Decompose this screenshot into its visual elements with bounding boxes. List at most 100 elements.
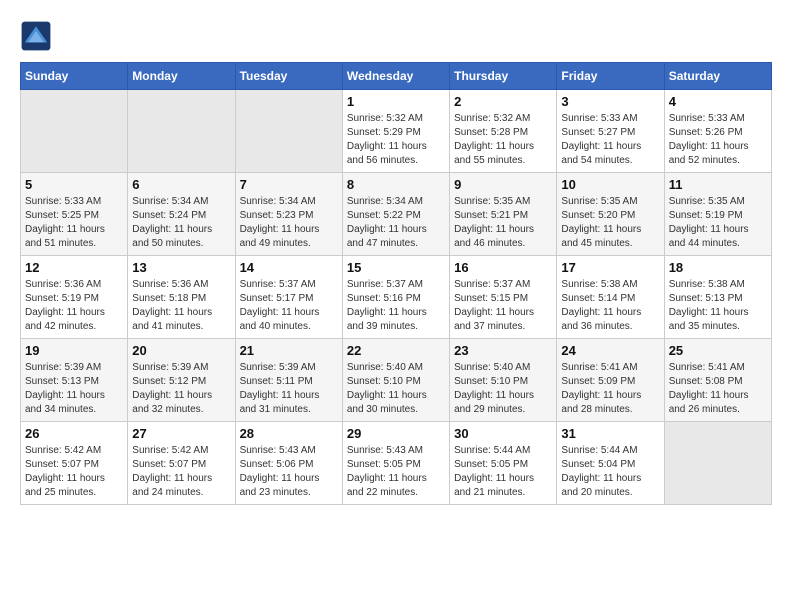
calendar-cell: 2 Sunrise: 5:32 AMSunset: 5:28 PMDaylight… (450, 90, 557, 173)
calendar-cell: 15 Sunrise: 5:37 AMSunset: 5:16 PMDayligh… (342, 256, 449, 339)
day-number: 23 (454, 343, 552, 358)
day-info: Sunrise: 5:39 AMSunset: 5:11 PMDaylight:… (240, 361, 338, 417)
calendar-cell: 17Sunrise: 5:38 AMSunset: 5:14 PMDayligh… (557, 256, 664, 339)
calendar-cell: 14 Sunrise: 5:37 AMSunset: 5:17 PMDayligh… (235, 256, 342, 339)
calendar-cell: 22 Sunrise: 5:40 AMSunset: 5:10 PMDayligh… (342, 339, 449, 422)
day-info: Sunrise: 5:37 AMSunset: 5:17 PMDaylight:… (240, 278, 338, 334)
calendar-cell: 26 Sunrise: 5:42 AMSunset: 5:07 PMDayligh… (21, 422, 128, 505)
day-info: Sunrise: 5:33 AMSunset: 5:25 PMDaylight:… (25, 195, 123, 251)
day-info: Sunrise: 5:32 AMSunset: 5:29 PMDaylight:… (347, 112, 445, 168)
calendar-cell (235, 90, 342, 173)
day-number: 25 (669, 343, 767, 358)
weekday-header: Thursday (450, 63, 557, 90)
day-number: 15 (347, 260, 445, 275)
day-info: Sunrise: 5:38 AMSunset: 5:13 PMDaylight:… (669, 278, 767, 334)
day-info: Sunrise: 5:43 AMSunset: 5:06 PMDaylight:… (240, 444, 338, 500)
weekday-header: Friday (557, 63, 664, 90)
day-number: 22 (347, 343, 445, 358)
calendar-cell: 18 Sunrise: 5:38 AMSunset: 5:13 PMDayligh… (664, 256, 771, 339)
day-number: 4 (669, 94, 767, 109)
day-info: Sunrise: 5:36 AMSunset: 5:19 PMDaylight:… (25, 278, 123, 334)
calendar-cell: 13 Sunrise: 5:36 AMSunset: 5:18 PMDayligh… (128, 256, 235, 339)
calendar-cell: 5 Sunrise: 5:33 AMSunset: 5:25 PMDaylight… (21, 173, 128, 256)
calendar-cell (128, 90, 235, 173)
day-number: 19 (25, 343, 123, 358)
calendar-cell: 9 Sunrise: 5:35 AMSunset: 5:21 PMDaylight… (450, 173, 557, 256)
calendar-cell: 24Sunrise: 5:41 AMSunset: 5:09 PMDayligh… (557, 339, 664, 422)
calendar-week-row: 5 Sunrise: 5:33 AMSunset: 5:25 PMDaylight… (21, 173, 772, 256)
calendar-week-row: 12 Sunrise: 5:36 AMSunset: 5:19 PMDayligh… (21, 256, 772, 339)
calendar-cell: 12 Sunrise: 5:36 AMSunset: 5:19 PMDayligh… (21, 256, 128, 339)
weekday-header: Sunday (21, 63, 128, 90)
day-number: 8 (347, 177, 445, 192)
calendar-cell: 19 Sunrise: 5:39 AMSunset: 5:13 PMDayligh… (21, 339, 128, 422)
day-info: Sunrise: 5:44 AMSunset: 5:05 PMDaylight:… (454, 444, 552, 500)
day-number: 14 (240, 260, 338, 275)
day-info: Sunrise: 5:35 AMSunset: 5:21 PMDaylight:… (454, 195, 552, 251)
day-info: Sunrise: 5:37 AMSunset: 5:16 PMDaylight:… (347, 278, 445, 334)
day-number: 10 (561, 177, 659, 192)
day-info: Sunrise: 5:33 AMSunset: 5:26 PMDaylight:… (669, 112, 767, 168)
calendar-cell: 29 Sunrise: 5:43 AMSunset: 5:05 PMDayligh… (342, 422, 449, 505)
day-number: 2 (454, 94, 552, 109)
day-number: 30 (454, 426, 552, 441)
day-info: Sunrise: 5:36 AMSunset: 5:18 PMDaylight:… (132, 278, 230, 334)
day-number: 18 (669, 260, 767, 275)
day-number: 21 (240, 343, 338, 358)
weekday-header: Tuesday (235, 63, 342, 90)
day-info: Sunrise: 5:32 AMSunset: 5:28 PMDaylight:… (454, 112, 552, 168)
calendar-week-row: 19 Sunrise: 5:39 AMSunset: 5:13 PMDayligh… (21, 339, 772, 422)
day-info: Sunrise: 5:37 AMSunset: 5:15 PMDaylight:… (454, 278, 552, 334)
calendar-table: SundayMondayTuesdayWednesdayThursdayFrid… (20, 62, 772, 505)
day-number: 9 (454, 177, 552, 192)
calendar-week-row: 1 Sunrise: 5:32 AMSunset: 5:29 PMDaylight… (21, 90, 772, 173)
day-info: Sunrise: 5:43 AMSunset: 5:05 PMDaylight:… (347, 444, 445, 500)
calendar-cell: 25 Sunrise: 5:41 AMSunset: 5:08 PMDayligh… (664, 339, 771, 422)
day-info: Sunrise: 5:40 AMSunset: 5:10 PMDaylight:… (347, 361, 445, 417)
day-info: Sunrise: 5:42 AMSunset: 5:07 PMDaylight:… (132, 444, 230, 500)
weekday-header: Monday (128, 63, 235, 90)
day-info: Sunrise: 5:42 AMSunset: 5:07 PMDaylight:… (25, 444, 123, 500)
calendar-cell: 1 Sunrise: 5:32 AMSunset: 5:29 PMDaylight… (342, 90, 449, 173)
calendar-cell: 27 Sunrise: 5:42 AMSunset: 5:07 PMDayligh… (128, 422, 235, 505)
day-info: Sunrise: 5:35 AMSunset: 5:20 PMDaylight:… (561, 195, 659, 251)
day-number: 16 (454, 260, 552, 275)
day-info: Sunrise: 5:35 AMSunset: 5:19 PMDaylight:… (669, 195, 767, 251)
day-number: 12 (25, 260, 123, 275)
day-info: Sunrise: 5:41 AMSunset: 5:08 PMDaylight:… (669, 361, 767, 417)
calendar-cell (21, 90, 128, 173)
day-number: 20 (132, 343, 230, 358)
logo (20, 20, 58, 52)
weekday-header: Wednesday (342, 63, 449, 90)
day-number: 28 (240, 426, 338, 441)
calendar-cell: 10 Sunrise: 5:35 AMSunset: 5:20 PMDayligh… (557, 173, 664, 256)
day-info: Sunrise: 5:34 AMSunset: 5:23 PMDaylight:… (240, 195, 338, 251)
page-header (20, 20, 772, 52)
day-info: Sunrise: 5:39 AMSunset: 5:13 PMDaylight:… (25, 361, 123, 417)
day-number: 27 (132, 426, 230, 441)
calendar-cell: 6Sunrise: 5:34 AMSunset: 5:24 PMDaylight… (128, 173, 235, 256)
day-info: Sunrise: 5:33 AMSunset: 5:27 PMDaylight:… (561, 112, 659, 168)
day-number: 17 (561, 260, 659, 275)
day-number: 29 (347, 426, 445, 441)
day-number: 5 (25, 177, 123, 192)
calendar-cell: 28 Sunrise: 5:43 AMSunset: 5:06 PMDayligh… (235, 422, 342, 505)
day-number: 6 (132, 177, 230, 192)
day-number: 26 (25, 426, 123, 441)
calendar-cell: 21 Sunrise: 5:39 AMSunset: 5:11 PMDayligh… (235, 339, 342, 422)
calendar-cell: 31Sunrise: 5:44 AMSunset: 5:04 PMDayligh… (557, 422, 664, 505)
logo-icon (20, 20, 52, 52)
calendar-cell (664, 422, 771, 505)
calendar-cell: 11 Sunrise: 5:35 AMSunset: 5:19 PMDayligh… (664, 173, 771, 256)
day-info: Sunrise: 5:40 AMSunset: 5:10 PMDaylight:… (454, 361, 552, 417)
day-info: Sunrise: 5:41 AMSunset: 5:09 PMDaylight:… (561, 361, 659, 417)
day-number: 1 (347, 94, 445, 109)
calendar-cell: 30 Sunrise: 5:44 AMSunset: 5:05 PMDayligh… (450, 422, 557, 505)
calendar-cell: 8 Sunrise: 5:34 AMSunset: 5:22 PMDaylight… (342, 173, 449, 256)
day-info: Sunrise: 5:34 AMSunset: 5:22 PMDaylight:… (347, 195, 445, 251)
calendar-cell: 16 Sunrise: 5:37 AMSunset: 5:15 PMDayligh… (450, 256, 557, 339)
day-number: 13 (132, 260, 230, 275)
day-number: 11 (669, 177, 767, 192)
calendar-cell: 23 Sunrise: 5:40 AMSunset: 5:10 PMDayligh… (450, 339, 557, 422)
calendar-cell: 7Sunrise: 5:34 AMSunset: 5:23 PMDaylight… (235, 173, 342, 256)
